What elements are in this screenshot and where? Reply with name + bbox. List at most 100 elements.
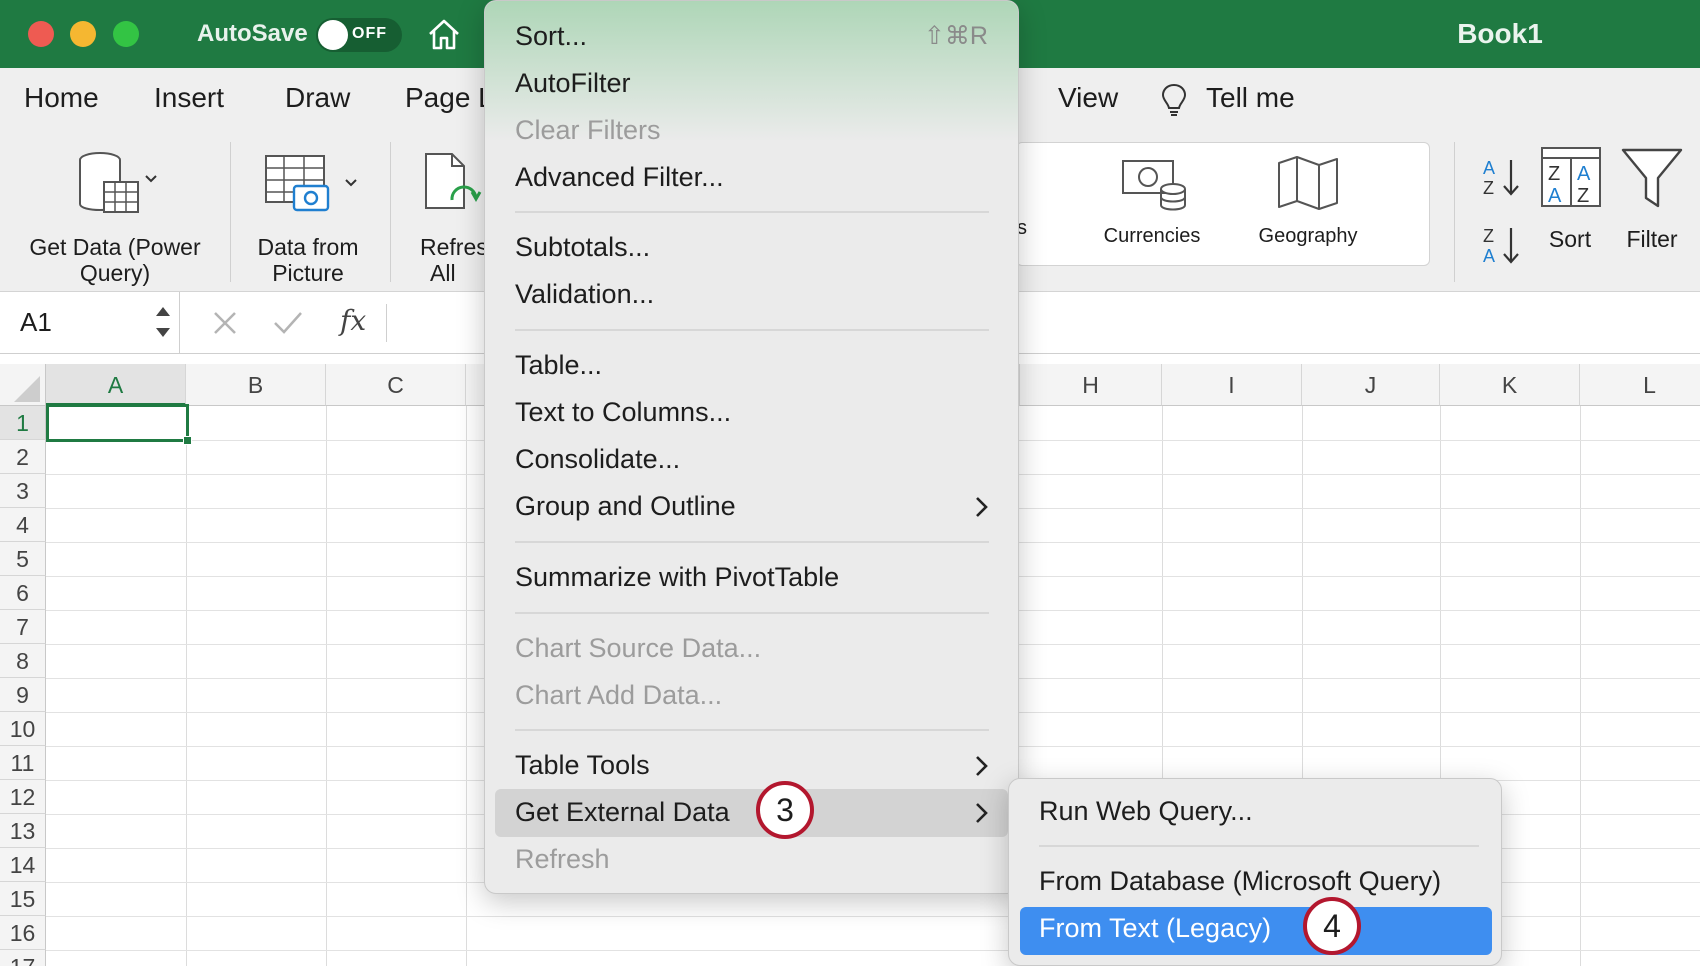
step-3-badge: 3 (756, 781, 814, 839)
menu-item-summarize-pivottable[interactable]: Summarize with PivotTable (515, 562, 839, 593)
row-header-9[interactable]: 9 (0, 678, 46, 712)
row-header-5[interactable]: 5 (0, 542, 46, 576)
row-header-7[interactable]: 7 (0, 610, 46, 644)
row-header-15[interactable]: 15 (0, 882, 46, 916)
insert-function-fx[interactable]: fx (340, 304, 366, 337)
menu-item-text-to-columns[interactable]: Text to Columns... (515, 397, 731, 428)
svg-text:Z: Z (1483, 178, 1494, 198)
cancel-entry-icon[interactable] (212, 310, 238, 336)
menu-item-consolidate[interactable]: Consolidate... (515, 444, 680, 475)
refresh-all-button[interactable]: Refres All (400, 142, 488, 286)
currencies-label: Currencies (1103, 225, 1201, 247)
menu-item-table-tools[interactable]: Table Tools (515, 750, 650, 781)
tab-draw[interactable]: Draw (285, 82, 350, 114)
filter-funnel-icon (1621, 148, 1683, 208)
menu-item-clear-filters: Clear Filters (515, 115, 661, 145)
submenu-item-from-text-legacy[interactable]: From Text (Legacy) (1039, 913, 1271, 944)
currencies-icon (1122, 160, 1186, 211)
chevron-right-icon (976, 803, 988, 823)
column-header-b[interactable]: B (186, 364, 326, 406)
row-header-1[interactable]: 1 (0, 406, 46, 440)
geography-button[interactable]: Geography (1233, 143, 1383, 265)
sort-label: Sort (1548, 226, 1592, 252)
column-header-l[interactable]: L (1580, 364, 1700, 406)
autosave-label: AutoSave (197, 20, 308, 47)
column-header-c[interactable]: C (326, 364, 466, 406)
row-header-3[interactable]: 3 (0, 474, 46, 508)
refresh-all-line1: Refres (420, 234, 488, 260)
row-header-4[interactable]: 4 (0, 508, 46, 542)
name-box[interactable]: A1 (0, 292, 180, 354)
ribbon-divider (1454, 142, 1455, 282)
submenu-item-from-database[interactable]: From Database (Microsoft Query) (1039, 866, 1441, 897)
svg-text:A: A (1483, 158, 1495, 178)
svg-text:Z: Z (1548, 163, 1560, 185)
data-menu: Sort... ⇧⌘R AutoFilter Clear Filters Adv… (484, 0, 1019, 894)
menu-separator (515, 729, 989, 731)
row-header-8[interactable]: 8 (0, 644, 46, 678)
row-header-10[interactable]: 10 (0, 712, 46, 746)
svg-text:Z: Z (1483, 226, 1494, 246)
menu-item-sort[interactable]: Sort... (515, 21, 587, 52)
active-cell-a1[interactable] (46, 404, 189, 442)
column-header-k[interactable]: K (1440, 364, 1580, 406)
fill-handle[interactable] (183, 436, 192, 445)
data-from-picture-line1: Data from (257, 234, 359, 260)
data-from-picture-button[interactable]: Data from Picture (240, 142, 376, 286)
column-header-j[interactable]: J (1302, 364, 1440, 406)
confirm-entry-icon[interactable] (272, 310, 304, 336)
menu-item-get-external-data[interactable]: Get External Data (515, 797, 730, 828)
menu-item-chart-add-data: Chart Add Data... (515, 680, 723, 710)
menu-item-table[interactable]: Table... (515, 350, 602, 381)
excel-window: AutoSave OFF Book1 Home Insert Draw Page… (0, 0, 1700, 966)
row-header-11[interactable]: 11 (0, 746, 46, 780)
sort-a-to-z-icon[interactable]: A Z (1480, 156, 1522, 200)
autosave-toggle[interactable]: OFF (316, 18, 402, 52)
menu-item-group-and-outline[interactable]: Group and Outline (515, 491, 736, 522)
menu-item-advanced-filter[interactable]: Advanced Filter... (515, 162, 724, 193)
filter-label: Filter (1626, 226, 1678, 252)
get-data-button[interactable]: Get Data (Power Query) (10, 142, 220, 286)
get-external-data-submenu: Run Web Query... From Database (Microsof… (1008, 778, 1502, 966)
name-box-stepper-icon[interactable] (154, 302, 172, 342)
row-header-2[interactable]: 2 (0, 440, 46, 474)
menu-item-autofilter[interactable]: AutoFilter (515, 68, 631, 99)
tab-home[interactable]: Home (24, 82, 99, 114)
tab-view[interactable]: View (1058, 82, 1118, 114)
geography-label: Geography (1258, 225, 1358, 247)
autosave-state: OFF (352, 25, 387, 42)
currencies-button[interactable]: Currencies (1077, 143, 1227, 265)
menu-item-refresh: Refresh (515, 844, 610, 874)
menu-separator (515, 211, 989, 213)
ribbon-divider (390, 142, 391, 282)
sort-button[interactable]: Z A A Z Sort (1530, 146, 1610, 276)
close-window-button[interactable] (28, 21, 54, 47)
row-header-17[interactable]: 17 (0, 950, 46, 966)
tab-insert[interactable]: Insert (154, 82, 224, 114)
data-from-picture-line2: Picture (272, 260, 344, 286)
row-header-12[interactable]: 12 (0, 780, 46, 814)
home-icon[interactable] (426, 16, 462, 52)
sort-z-to-a-icon[interactable]: Z A (1480, 224, 1522, 268)
column-header-h[interactable]: H (1020, 364, 1162, 406)
tell-me-search[interactable]: Tell me (1206, 82, 1295, 114)
tab-page-layout[interactable]: Page L (405, 82, 494, 114)
row-header-16[interactable]: 16 (0, 916, 46, 950)
sort-shortcut: ⇧⌘R (923, 22, 988, 50)
select-all-corner[interactable] (0, 364, 46, 406)
row-header-6[interactable]: 6 (0, 576, 46, 610)
database-icon (79, 152, 157, 213)
submenu-item-run-web-query[interactable]: Run Web Query... (1039, 796, 1253, 827)
filter-button[interactable]: Filter (1612, 146, 1692, 276)
toggle-knob (318, 20, 348, 50)
row-header-14[interactable]: 14 (0, 848, 46, 882)
picture-table-icon (265, 155, 357, 212)
zoom-window-button[interactable] (113, 21, 139, 47)
select-all-triangle-icon (14, 376, 40, 402)
menu-item-validation[interactable]: Validation... (515, 279, 654, 310)
row-header-13[interactable]: 13 (0, 814, 46, 848)
column-header-a[interactable]: A (46, 364, 186, 406)
column-header-i[interactable]: I (1162, 364, 1302, 406)
menu-item-subtotals[interactable]: Subtotals... (515, 232, 650, 263)
minimize-window-button[interactable] (70, 21, 96, 47)
